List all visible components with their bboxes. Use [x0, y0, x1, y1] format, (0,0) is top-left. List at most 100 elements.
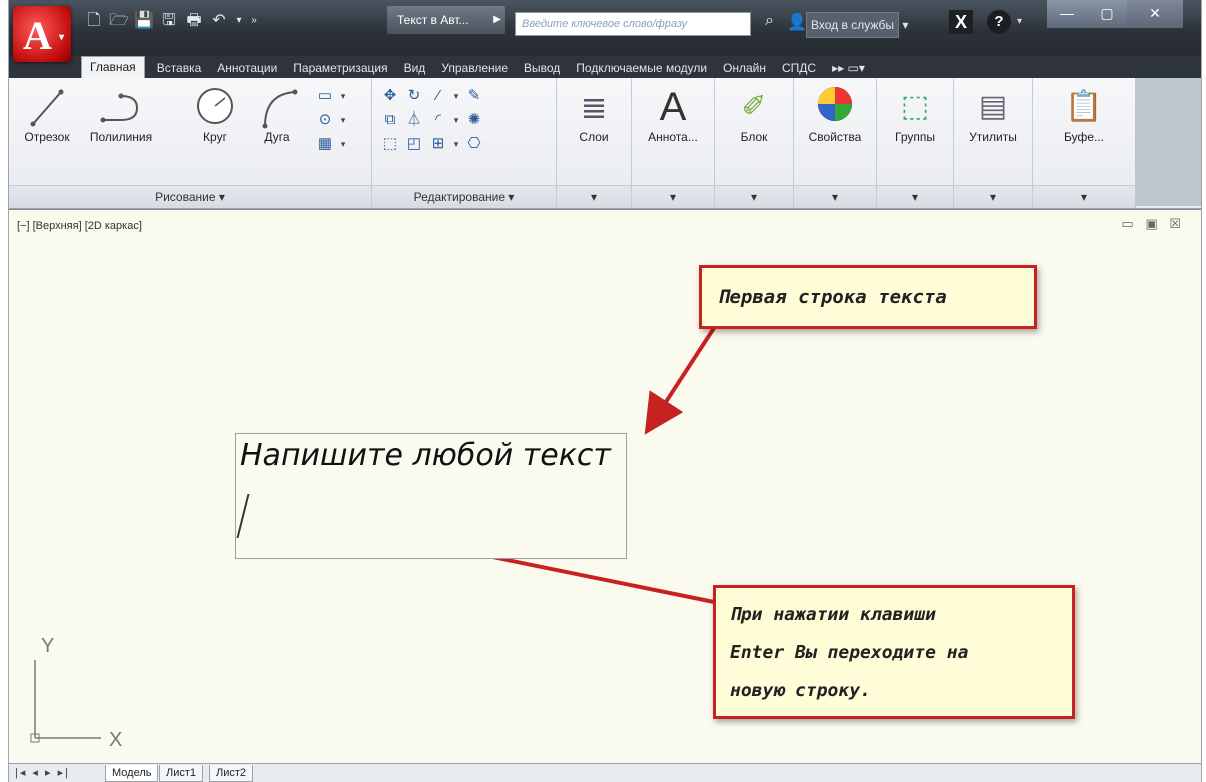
explode-icon[interactable]: ✺ — [464, 110, 484, 130]
tab-model[interactable]: Модель — [105, 765, 159, 782]
callout-enter-new-line: При нажатии клавиши Enter Вы переходите … — [713, 585, 1075, 719]
properties-button[interactable]: Свойства — [794, 84, 876, 144]
modify-panel: ✥ ↻ ⁄ ▾ ✎ ⧉ ⏃ ◜ ▾ ✺ ⬚ ◰ ⊞ ▾ ⎔ Редактиров… — [372, 78, 557, 208]
move-icon[interactable]: ✥ — [380, 86, 400, 106]
tab-insert[interactable]: Вставка — [149, 58, 210, 78]
draw-panel: Отрезок Полилиния Круг Дуга ▭ ▾ ⊙ ▾ ▦ ▾ … — [9, 78, 372, 208]
tab-parametric[interactable]: Параметризация — [285, 58, 395, 78]
ribbon-empty-area — [1135, 78, 1201, 206]
binoculars-icon[interactable]: ⌕ — [765, 12, 774, 30]
panel-expand-icon[interactable]: ▾ — [1033, 185, 1135, 208]
panel-expand-icon[interactable]: ▾ — [557, 185, 631, 208]
chevron-down-icon[interactable]: ▾ — [452, 134, 460, 154]
draw-small-tools: ▭ ▾ ⊙ ▾ ▦ ▾ — [315, 86, 347, 154]
utilities-panel: ▤ Утилиты ▾ — [954, 78, 1033, 208]
mirror-icon[interactable]: ⏃ — [404, 110, 424, 130]
modify-panel-title[interactable]: Редактирование ▾ — [372, 185, 556, 208]
trim-icon[interactable]: ⁄ — [428, 86, 448, 106]
arc-tool[interactable]: Дуга — [249, 84, 305, 144]
groups-button[interactable]: ⬚ Группы — [877, 84, 953, 144]
chevron-down-icon[interactable]: ▾ — [452, 110, 460, 130]
application-menu-button[interactable]: A ▾ — [13, 6, 71, 62]
layers-button[interactable]: ≣ Слои — [557, 84, 631, 144]
arrow-to-first-line — [644, 326, 716, 435]
tab-home[interactable]: Главная — [81, 56, 145, 78]
circle-tool[interactable]: Круг — [187, 84, 243, 144]
scale-icon[interactable]: ◰ — [404, 134, 424, 154]
clipboard-panel: 📋 Буфе... ▾ — [1033, 78, 1136, 208]
save-as-icon[interactable]: 🖫 — [158, 10, 180, 32]
rectangle-icon[interactable]: ▭ — [315, 86, 335, 106]
chevron-down-icon[interactable]: ▾ — [339, 134, 347, 154]
print-icon[interactable]: 🖶 — [183, 10, 205, 32]
annotation-button[interactable]: A Аннота... — [632, 84, 714, 144]
layers-panel: ≣ Слои ▾ — [557, 78, 632, 208]
chevron-down-icon[interactable]: ▾ — [339, 86, 347, 106]
tab-plugins[interactable]: Подключаемые модули — [568, 58, 715, 78]
exchange-apps-icon[interactable]: X — [949, 10, 973, 34]
undo-dropdown-icon[interactable]: ▾ — [233, 10, 245, 32]
stretch-icon[interactable]: ⬚ — [380, 134, 400, 154]
ellipse-icon[interactable]: ⊙ — [315, 110, 335, 130]
tab-sheet1[interactable]: Лист1 — [159, 765, 204, 782]
annotation-panel: A Аннота... ▾ — [632, 78, 715, 208]
draw-panel-title[interactable]: Рисование ▾ — [9, 185, 371, 208]
panel-expand-icon[interactable]: ▾ — [632, 185, 714, 208]
autocad-logo-icon: A — [23, 13, 52, 58]
text-line-1[interactable]: Напишите любой текст — [240, 438, 611, 473]
panel-expand-icon[interactable]: ▾ — [715, 185, 793, 208]
hatch-icon[interactable]: ▦ — [315, 134, 335, 154]
panel-expand-icon[interactable]: ▾ — [954, 185, 1032, 208]
mtext-editor[interactable]: Напишите любой текст — [235, 433, 627, 559]
help-dropdown-icon[interactable]: ▾ — [1017, 16, 1022, 27]
drawing-area[interactable]: [−] [Верхняя] [2D каркас] ▭ ▣ ☒ Первая с… — [9, 209, 1201, 764]
tab-overflow-icon[interactable]: ▸▸ ▭▾ — [824, 58, 873, 78]
utilities-button[interactable]: ▤ Утилиты — [954, 84, 1032, 144]
rotate-icon[interactable]: ↻ — [404, 86, 424, 106]
fillet-icon[interactable]: ◜ — [428, 110, 448, 130]
offset-icon[interactable]: ⎔ — [464, 134, 484, 154]
minimize-button[interactable]: — — [1047, 0, 1087, 28]
sign-in-field[interactable]: Вход в службы ▾ — [806, 12, 942, 38]
line-icon — [30, 89, 64, 127]
clipboard-button[interactable]: 📋 Буфе... — [1033, 84, 1135, 144]
circle-icon — [197, 88, 233, 124]
layout-nav-icons[interactable]: |◂ ◂ ▸ ▸| — [15, 766, 70, 779]
chevron-down-icon: ▾ — [59, 32, 65, 43]
erase-icon[interactable]: ✎ — [464, 86, 484, 106]
chevron-right-icon[interactable]: ▶ — [493, 6, 501, 34]
new-file-icon[interactable]: 🗋 — [83, 10, 105, 32]
user-icon[interactable]: 👤 — [787, 12, 807, 32]
save-icon[interactable]: 💾 — [133, 10, 155, 32]
undo-icon[interactable]: ↶ — [208, 10, 230, 32]
tab-output[interactable]: Вывод — [516, 58, 568, 78]
callout-line: При нажатии клавиши — [730, 604, 936, 625]
close-button[interactable]: ✕ — [1127, 0, 1183, 28]
tab-annotate[interactable]: Аннотации — [209, 58, 285, 78]
polyline-tool[interactable]: Полилиния — [81, 84, 161, 144]
tab-sheet2[interactable]: Лист2 — [209, 765, 254, 782]
search-input[interactable]: Введите ключевое слово/фразу — [515, 12, 751, 36]
chevron-down-icon[interactable]: ▾ — [452, 86, 460, 106]
block-button[interactable]: ✐ Блок — [715, 84, 793, 144]
panel-expand-icon[interactable]: ▾ — [794, 185, 876, 208]
tab-manage[interactable]: Управление — [433, 58, 516, 78]
maximize-button[interactable]: ▢ — [1087, 0, 1127, 28]
ribbon: Отрезок Полилиния Круг Дуга ▭ ▾ ⊙ ▾ ▦ ▾ … — [9, 78, 1201, 209]
help-icon[interactable]: ? — [987, 10, 1011, 34]
annotation-icon: A — [659, 85, 687, 129]
array-icon[interactable]: ⊞ — [428, 134, 448, 154]
panel-expand-icon[interactable]: ▾ — [877, 185, 953, 208]
tab-view[interactable]: Вид — [396, 58, 434, 78]
ucs-x-label: X — [109, 729, 122, 750]
customize-qat-icon[interactable]: » — [248, 10, 260, 32]
quick-access-toolbar: 🗋 🗁 💾 🖫 🖶 ↶ ▾ » — [83, 10, 260, 36]
polyline-icon — [100, 93, 139, 123]
copy-icon[interactable]: ⧉ — [380, 110, 400, 130]
arc-icon — [262, 89, 298, 129]
chevron-down-icon[interactable]: ▾ — [339, 110, 347, 130]
tab-online[interactable]: Онлайн — [715, 58, 774, 78]
tab-spds[interactable]: СПДС — [774, 58, 824, 78]
open-file-icon[interactable]: 🗁 — [108, 10, 130, 32]
line-tool[interactable]: Отрезок — [15, 84, 79, 144]
